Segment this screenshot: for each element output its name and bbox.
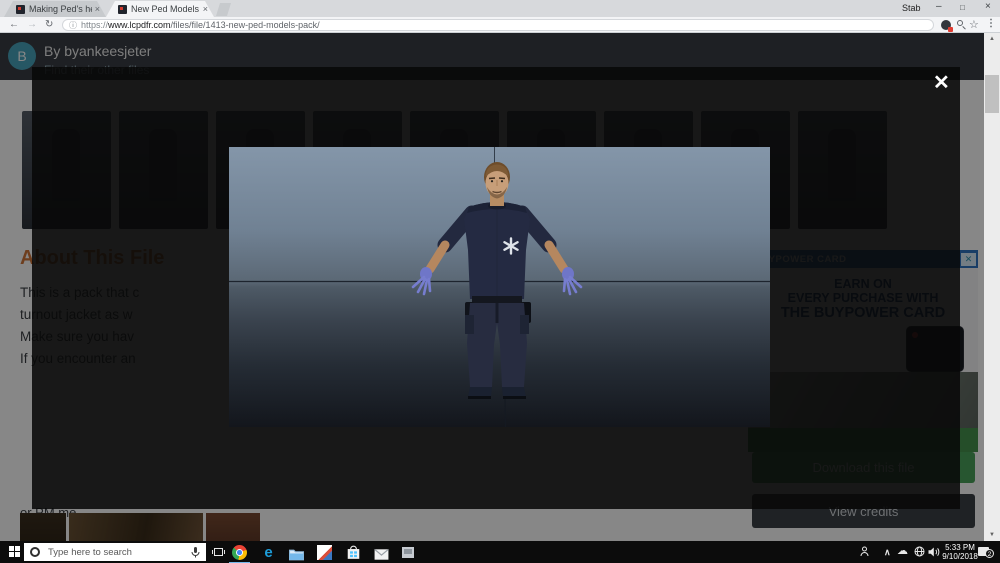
new-tab-button[interactable]	[216, 3, 231, 16]
tab-favicon	[118, 5, 127, 14]
zoom-icon[interactable]	[957, 20, 967, 30]
tab-making-peds-help[interactable]: Making Ped's help - GTA ×	[4, 1, 106, 17]
lightbox-close-icon[interactable]: ✕	[933, 70, 950, 95]
onedrive-icon[interactable]: ☁	[897, 544, 908, 557]
forward-button[interactable]: →	[27, 19, 37, 31]
reload-button[interactable]: ↻	[45, 19, 53, 31]
tab-new-ped-models-pack[interactable]: New Ped Models Pack - P ×	[106, 1, 214, 17]
tab-title: New Ped Models Pack - P	[131, 4, 200, 14]
search-placeholder: Type here to search	[48, 547, 191, 558]
edge-icon[interactable]: e	[261, 545, 276, 560]
start-button[interactable]	[9, 546, 20, 557]
scrollbar-thumb[interactable]	[985, 75, 999, 113]
app-window-icon[interactable]	[402, 547, 414, 558]
clock-time: 5:33 PM	[942, 543, 978, 552]
tab-close-icon[interactable]: ×	[95, 4, 100, 14]
url-path: /files/file/1413-new-ped-models-pack/	[171, 20, 320, 30]
people-icon[interactable]	[860, 546, 869, 557]
taskbar-search[interactable]: Type here to search	[24, 543, 206, 561]
lightbox-image[interactable]	[229, 147, 770, 427]
volume-icon[interactable]	[928, 547, 940, 557]
close-window-button[interactable]: ×	[985, 1, 991, 12]
scroll-down-arrow[interactable]: ▼	[984, 529, 1000, 541]
microphone-icon[interactable]	[191, 547, 200, 558]
tab-favicon	[16, 5, 25, 14]
ped-model-render	[229, 147, 770, 427]
taskbar-clock[interactable]: 5:33 PM 9/10/2018	[942, 543, 978, 561]
taskbar: Type here to search e	[0, 541, 1000, 563]
task-view-icon[interactable]	[212, 546, 225, 558]
screen: Making Ped's help - GTA × New Ped Models…	[0, 0, 1000, 563]
action-center-icon[interactable]: 2	[978, 545, 994, 559]
bookmark-star-icon[interactable]: ☆	[969, 18, 979, 31]
tab-title: Making Ped's help - GTA	[29, 4, 92, 14]
tab-close-icon[interactable]: ×	[203, 4, 208, 14]
minimize-button[interactable]: –	[936, 1, 942, 12]
browser-menu-icon[interactable]: ⋮	[986, 18, 996, 29]
cortana-icon	[30, 547, 40, 557]
notification-badge: 2	[985, 549, 994, 558]
chrome-icon[interactable]	[232, 545, 247, 560]
file-explorer-icon[interactable]	[289, 547, 304, 562]
page-info-icon[interactable]: ⓘ	[69, 20, 77, 31]
url-host: www.lcpdfr.com	[108, 20, 171, 30]
browser-tabstrip: Making Ped's help - GTA × New Ped Models…	[0, 0, 1000, 17]
network-icon[interactable]	[914, 546, 925, 557]
extension-icon[interactable]	[941, 20, 951, 30]
scrollbar[interactable]: ▲ ▼	[984, 33, 1000, 541]
address-bar[interactable]: ⓘ https://www.lcpdfr.com/files/file/1413…	[62, 19, 934, 31]
scroll-up-arrow[interactable]: ▲	[984, 33, 1000, 45]
store-icon[interactable]	[346, 545, 361, 560]
url-scheme: https://	[81, 20, 108, 30]
mail-icon[interactable]	[374, 547, 389, 562]
maximize-button[interactable]: □	[960, 3, 965, 12]
photos-icon[interactable]	[317, 545, 332, 560]
tray-chevron-icon[interactable]: ∧	[884, 547, 891, 558]
back-button[interactable]: ←	[9, 19, 19, 31]
clock-date: 9/10/2018	[942, 552, 978, 561]
profile-name[interactable]: Stab	[902, 3, 921, 13]
browser-toolbar: ← → ↻ ⓘ https://www.lcpdfr.com/files/fil…	[0, 17, 1000, 33]
